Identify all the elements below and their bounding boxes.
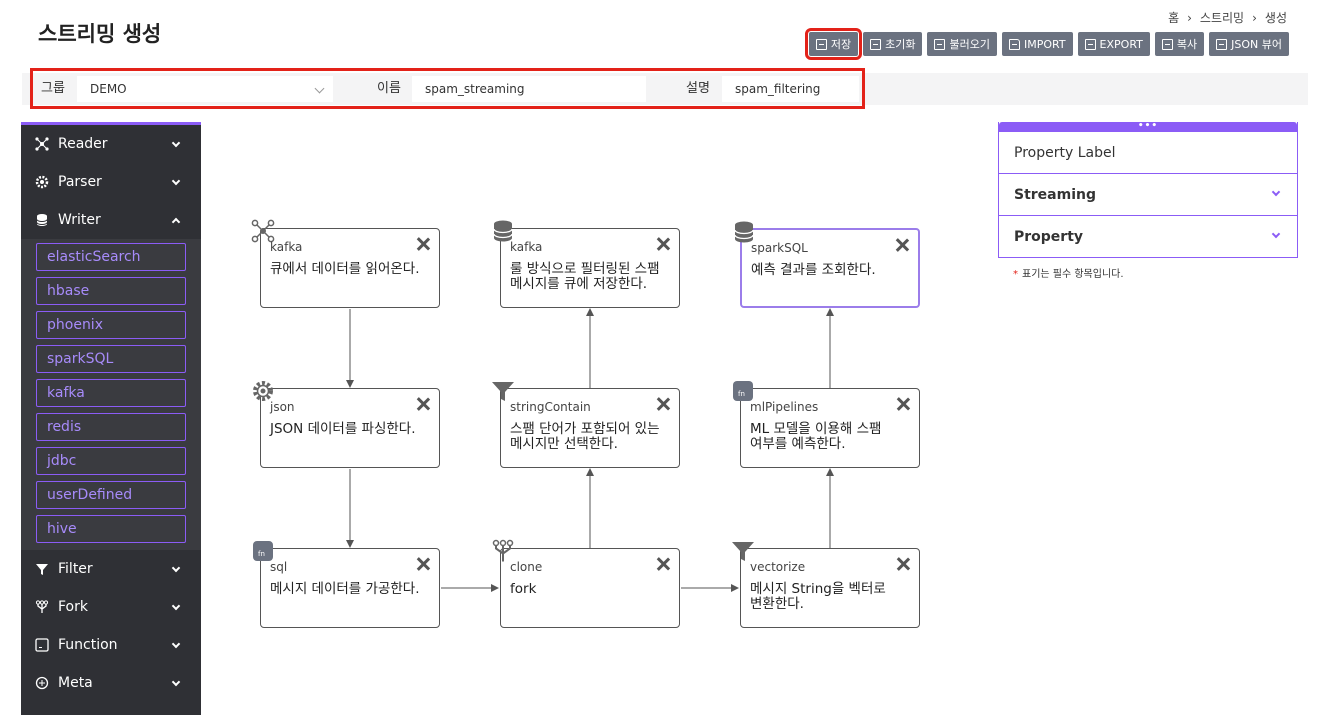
plus-icon — [870, 38, 882, 50]
sidebar-category-writer[interactable]: Writer — [21, 201, 201, 239]
writer-item-list: elasticSearch hbase phoenix sparkSQL kaf… — [21, 239, 201, 550]
palette-item-userdefined[interactable]: userDefined — [36, 481, 186, 509]
close-icon[interactable] — [416, 237, 430, 251]
chevron-down-icon — [171, 639, 181, 649]
sidebar-category-filter[interactable]: Filter — [21, 550, 201, 588]
flow-node-sql[interactable]: fn sql 메시지 데이터를 가공한다. — [253, 541, 440, 628]
chevron-down-icon — [171, 176, 181, 186]
save-button[interactable]: 저장 — [804, 28, 863, 60]
chevron-right-icon: › — [1252, 10, 1257, 25]
export-icon — [1084, 38, 1096, 50]
svg-text:fn: fn — [258, 550, 265, 558]
file-icon — [1216, 38, 1228, 50]
load-button[interactable]: 불러오기 — [927, 32, 997, 56]
property-section-toggle[interactable]: Property — [999, 216, 1297, 258]
copy-button[interactable]: 복사 — [1154, 32, 1205, 56]
close-icon[interactable] — [895, 238, 909, 252]
palette-item-hbase[interactable]: hbase — [36, 277, 186, 305]
sidebar-category-reader[interactable]: Reader — [21, 125, 201, 163]
export-button[interactable]: EXPORT — [1077, 32, 1150, 56]
gear-icon — [35, 175, 49, 189]
network-icon — [35, 137, 49, 151]
reset-button[interactable]: 초기화 — [863, 32, 923, 56]
close-icon[interactable] — [656, 557, 670, 571]
function-icon — [35, 638, 49, 652]
toolbar: 저장 초기화 불러오기 IMPORT EXPORT 복사 JSON 뷰어 — [804, 28, 1289, 60]
sidebar-category-fork[interactable]: Fork — [21, 588, 201, 626]
flow-node-kafka-reader[interactable]: kafka 큐에서 데이터를 읽어온다. — [251, 219, 440, 308]
close-icon[interactable] — [896, 397, 910, 411]
component-palette: Reader Parser Writer elasticSearch hbase… — [21, 122, 201, 715]
flow-node-clone[interactable]: clone fork — [492, 539, 680, 628]
breadcrumb: 홈 › 스트리밍 › 생성 — [1168, 9, 1287, 26]
close-icon[interactable] — [416, 397, 430, 411]
chevron-down-icon — [171, 563, 181, 573]
chevron-down-icon — [171, 601, 181, 611]
flow-node-kafka-writer[interactable]: kafka 룰 방식으로 필터링된 스팸 메시지를 큐에 저장한다. — [493, 220, 680, 308]
palette-item-sparksql[interactable]: sparkSQL — [36, 345, 186, 373]
flow-node-mlpipelines[interactable]: fn mlPipelines ML 모델을 이용해 스팸 여부를 예측한다. — [733, 381, 920, 468]
breadcrumb-home[interactable]: 홈 — [1168, 9, 1179, 26]
page-title: 스트리밍 생성 — [38, 22, 162, 46]
palette-item-jdbc[interactable]: jdbc — [36, 447, 186, 475]
save-icon — [815, 38, 827, 50]
form-highlight — [30, 68, 865, 109]
chevron-down-icon — [171, 677, 181, 687]
copy-icon — [1161, 38, 1173, 50]
sidebar-category-parser[interactable]: Parser — [21, 163, 201, 201]
close-icon[interactable] — [656, 397, 670, 411]
close-icon[interactable] — [416, 557, 430, 571]
palette-item-kafka[interactable]: kafka — [36, 379, 186, 407]
chevron-down-icon — [1271, 229, 1281, 239]
meta-icon — [35, 676, 49, 690]
sidebar-category-meta[interactable]: Meta — [21, 664, 201, 702]
palette-item-hive[interactable]: hive — [36, 515, 186, 543]
fork-icon — [35, 600, 49, 614]
document-icon — [934, 38, 946, 50]
chevron-right-icon: › — [1187, 10, 1192, 25]
filter-icon — [35, 562, 49, 576]
property-label-header: Property Label — [999, 132, 1297, 174]
palette-item-elasticsearch[interactable]: elasticSearch — [36, 243, 186, 271]
flow-node-json[interactable]: json JSON 데이터를 파싱한다. — [253, 381, 440, 468]
palette-item-redis[interactable]: redis — [36, 413, 186, 441]
streaming-section-toggle[interactable]: Streaming — [999, 174, 1297, 216]
required-note: * 표기는 필수 항목입니다. — [1013, 269, 1124, 280]
flow-node-vectorize[interactable]: vectorize 메시지 String을 벡터로 변환한다. — [732, 542, 920, 628]
panel-drag-handle[interactable]: ••• — [999, 122, 1297, 132]
chevron-down-icon — [1271, 187, 1281, 197]
palette-item-phoenix[interactable]: phoenix — [36, 311, 186, 339]
sidebar-category-function[interactable]: Function — [21, 626, 201, 664]
breadcrumb-create: 생성 — [1264, 11, 1287, 25]
flow-node-sparksql[interactable]: sparkSQL 예측 결과를 조회한다. — [734, 221, 920, 308]
breadcrumb-streaming[interactable]: 스트리밍 — [1200, 9, 1244, 26]
more-dots-icon: ••• — [1137, 121, 1159, 131]
chevron-down-icon — [171, 138, 181, 148]
svg-text:fn: fn — [738, 390, 745, 398]
property-panel: ••• Property Label Streaming Property — [998, 122, 1298, 258]
folder-icon — [1008, 38, 1020, 50]
flow-node-stringcontain[interactable]: stringContain 스팸 단어가 포함되어 있는 메시지만 선택한다. — [492, 382, 680, 468]
chevron-up-icon — [171, 217, 181, 227]
close-icon[interactable] — [896, 557, 910, 571]
json-viewer-button[interactable]: JSON 뷰어 — [1209, 32, 1289, 56]
close-icon[interactable] — [656, 237, 670, 251]
database-icon — [35, 213, 49, 227]
import-button[interactable]: IMPORT — [1001, 32, 1073, 56]
